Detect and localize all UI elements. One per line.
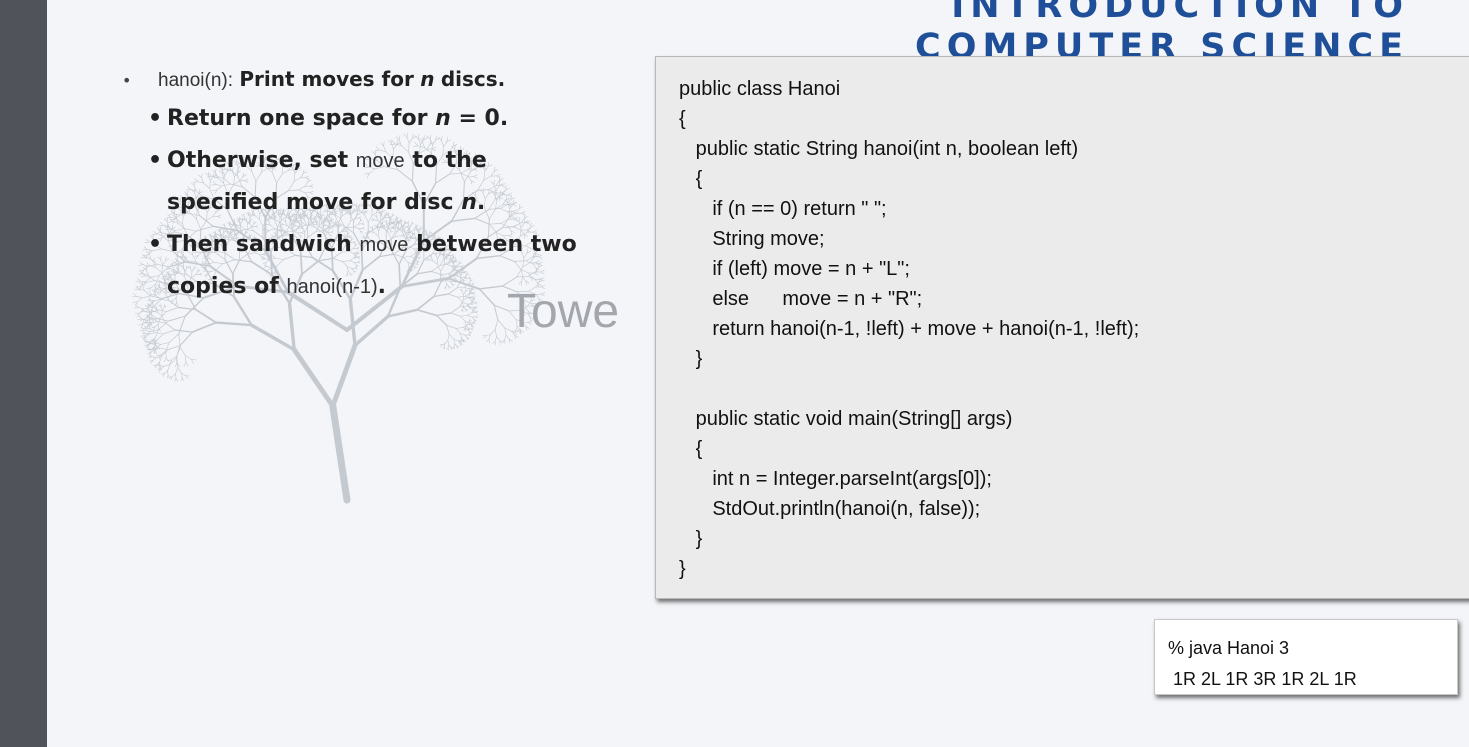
code-line: } xyxy=(679,348,703,370)
bullet-dot: • xyxy=(122,71,132,90)
bullet-list: • hanoi(n): Print moves for n discs. • R… xyxy=(122,62,622,308)
terminal-command: % java Hanoi 3 xyxy=(1168,638,1290,658)
code-line: if (left) move = n + "L"; xyxy=(679,258,910,280)
var-n: n xyxy=(461,190,477,215)
bullet-text: copies of xyxy=(167,274,279,299)
code-line: } xyxy=(679,558,686,580)
bullet-text: Return one space for xyxy=(167,106,428,131)
code-listing-box: public class Hanoi { public static String… xyxy=(655,56,1469,599)
code-hanoi-recursive: hanoi(n-1) xyxy=(286,276,378,298)
code-line: public class Hanoi xyxy=(679,78,841,100)
bullet-text: to the xyxy=(412,148,487,173)
bullet-text: Then sandwich xyxy=(167,232,352,257)
code-line: public static String hanoi(int n, boolea… xyxy=(679,138,1079,160)
code-line: { xyxy=(679,168,703,190)
bullet-dot: • xyxy=(148,232,163,257)
code-line: public static void main(String[] args) xyxy=(679,408,1013,430)
banner-line-1: INTRODUCTION TO xyxy=(951,0,1409,26)
code-line: if (n == 0) return " "; xyxy=(679,198,887,220)
code-line: { xyxy=(679,438,703,460)
terminal-result: 1R 2L 1R 3R 1R 2L 1R xyxy=(1168,669,1357,689)
bullet-text: specified move for disc xyxy=(167,190,454,215)
slide: INTRODUCTION TO COMPUTER SCIENCE Towe • … xyxy=(47,0,1469,747)
bullet-dot: • xyxy=(148,148,163,173)
code-hanoi: hanoi(n): xyxy=(158,70,233,91)
var-n: n xyxy=(435,106,451,131)
bullet-text: discs. xyxy=(440,67,506,91)
bullet-sub-1: • Return one space for n = 0. xyxy=(122,98,622,140)
bullet-text: = 0. xyxy=(458,106,509,131)
bullet-text: . xyxy=(476,190,486,215)
code-line: else move = n + "R"; xyxy=(679,288,923,310)
code-line: String move; xyxy=(679,228,825,250)
bullet-dot: • xyxy=(148,106,163,131)
bullet-text: between two xyxy=(416,232,577,257)
bullet-main: • hanoi(n): Print moves for n discs. xyxy=(122,62,622,98)
code-line: { xyxy=(679,108,686,130)
code-line: return hanoi(n-1, !left) + move + hanoi(… xyxy=(679,318,1140,340)
var-n: n xyxy=(420,67,435,91)
code-line: StdOut.println(hanoi(n, false)); xyxy=(679,498,981,520)
code-line: } xyxy=(679,528,703,550)
bullet-text: Print moves for xyxy=(239,67,414,91)
code-line: int n = Integer.parseInt(args[0]); xyxy=(679,468,992,490)
bullet-text: . xyxy=(377,274,387,299)
terminal-output-box: % java Hanoi 3 1R 2L 1R 3R 1R 2L 1R xyxy=(1154,619,1458,695)
left-window-strip xyxy=(0,0,47,747)
code-move: move xyxy=(355,150,405,172)
code-listing: public class Hanoi { public static String… xyxy=(679,74,1139,584)
bullet-sub-3: • Then sandwich move between two copies … xyxy=(122,224,622,308)
bullet-sub-2: • Otherwise, set move to the specified m… xyxy=(122,140,622,224)
bullet-text: Otherwise, set xyxy=(167,148,349,173)
code-move: move xyxy=(359,234,409,256)
